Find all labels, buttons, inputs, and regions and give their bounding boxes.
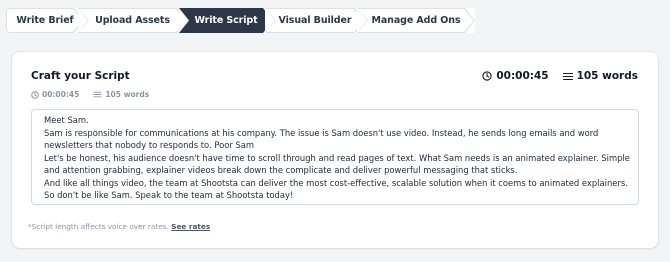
step-upload-assets[interactable]: Upload Assets <box>78 8 187 33</box>
text-lines-icon <box>562 72 573 81</box>
text-lines-icon <box>93 91 102 98</box>
step-label: Visual Builder <box>278 15 352 26</box>
script-stats-small: 00:00:45 105 words <box>31 90 149 99</box>
script-line: and attention grabbing, explainer videos… <box>44 165 518 175</box>
step-label: Upload Assets <box>95 15 170 26</box>
clock-icon <box>31 90 39 99</box>
step-label: Write Brief <box>16 15 74 26</box>
footnote-text: *Script length affects voice over rates. <box>28 222 169 231</box>
word-count-value: 105 words <box>576 70 638 82</box>
step-write-script[interactable]: Write Script <box>179 8 273 33</box>
duration-value-small: 00:00:45 <box>42 90 80 99</box>
voice-over-note: *Script length affects voice over rates.… <box>28 222 210 231</box>
clock-icon <box>482 71 492 81</box>
duration-value: 00:00:45 <box>496 70 549 82</box>
script-textarea[interactable]: Meet Sam. Sam is responsible for communi… <box>31 109 639 205</box>
step-write-brief[interactable]: Write Brief <box>6 8 84 33</box>
script-line: newsletters that nobody to responds to. … <box>44 140 255 150</box>
script-stats: 00:00:45 105 words <box>482 70 638 82</box>
step-visual-builder[interactable]: Visual Builder <box>265 8 365 33</box>
script-line: Sam is responsible for communications at… <box>44 127 599 138</box>
script-line: Let's be honest, his audience doesn't ha… <box>44 152 630 163</box>
script-card: Craft your Script 00:00:45 105 words 00:… <box>12 52 658 248</box>
word-count-value-small: 105 words <box>105 90 150 99</box>
script-line: So don't be like Sam. Speak to the team … <box>44 190 294 200</box>
script-line: And like all things video, the team at S… <box>44 177 628 188</box>
card-title: Craft your Script <box>31 70 130 82</box>
step-label: Write Script <box>194 15 258 26</box>
step-manage-add-ons[interactable]: Manage Add Ons <box>357 8 475 33</box>
script-line: Meet Sam. <box>44 115 89 125</box>
step-label: Manage Add Ons <box>371 15 461 26</box>
see-rates-link[interactable]: See rates <box>171 222 210 231</box>
